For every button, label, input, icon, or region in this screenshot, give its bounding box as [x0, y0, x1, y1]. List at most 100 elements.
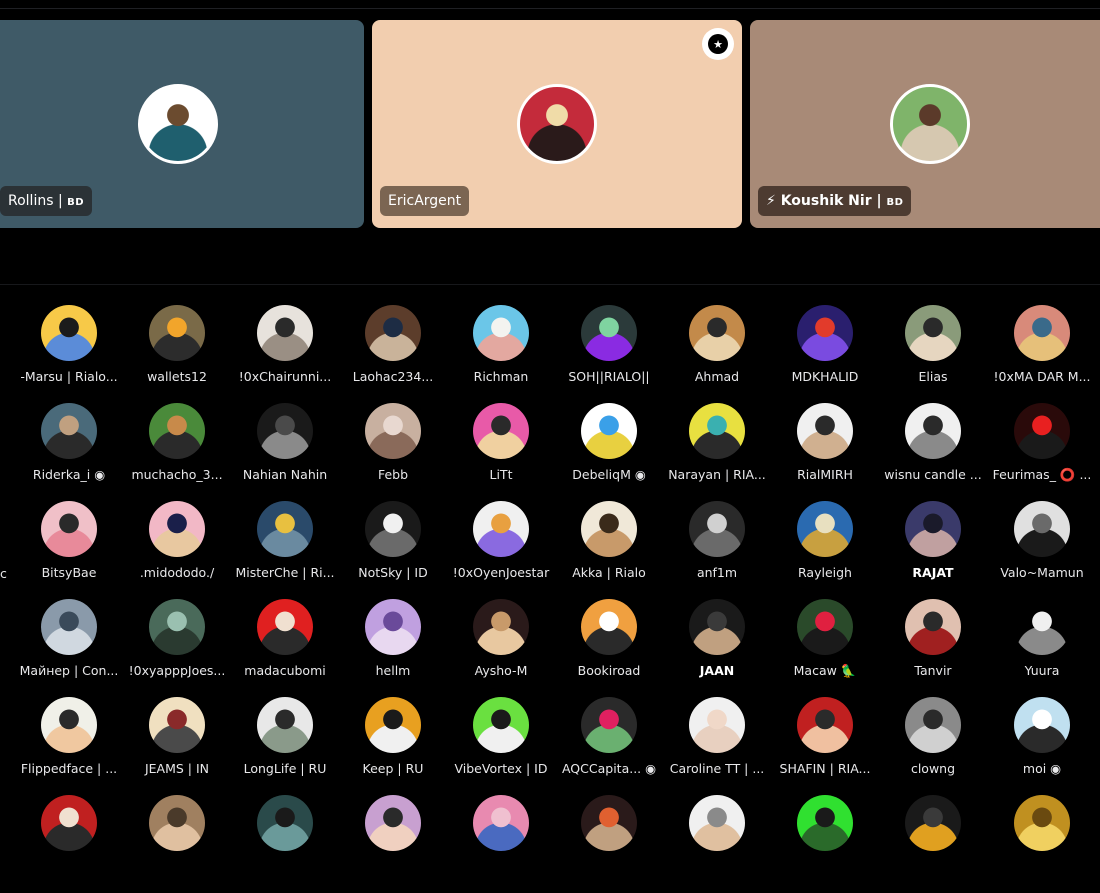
- member-avatar: [257, 501, 313, 557]
- member-name: Feurimas_ ⭕ ...: [992, 467, 1092, 482]
- member-item[interactable]: madacubomi: [231, 599, 339, 697]
- member-item[interactable]: -Marsu | Rialo...: [15, 305, 123, 403]
- member-item[interactable]: [663, 795, 771, 893]
- member-item[interactable]: Nahian Nahin: [231, 403, 339, 501]
- member-avatar: [257, 795, 313, 851]
- member-item[interactable]: Aysho-M: [447, 599, 555, 697]
- member-name: anf1m: [696, 565, 738, 580]
- member-item[interactable]: [771, 795, 879, 893]
- member-avatar: [41, 697, 97, 753]
- member-avatar: [581, 305, 637, 361]
- member-name: LongLife | RU: [243, 761, 327, 776]
- member-name: LiTt: [489, 467, 513, 482]
- member-avatar: [257, 697, 313, 753]
- member-item[interactable]: Майнер | Con...: [15, 599, 123, 697]
- member-item[interactable]: [231, 795, 339, 893]
- member-name: moi ◉: [1022, 761, 1062, 776]
- member-avatar: [365, 305, 421, 361]
- member-item[interactable]: Akka | Rialo: [555, 501, 663, 599]
- member-name: !0xChairunni...: [238, 369, 332, 384]
- member-item[interactable]: wallets12: [123, 305, 231, 403]
- member-avatar: [365, 403, 421, 459]
- member-name: Майнер | Con...: [19, 663, 119, 678]
- member-item[interactable]: anf1m: [663, 501, 771, 599]
- member-item[interactable]: LiTt: [447, 403, 555, 501]
- member-item[interactable]: DebeliqM ◉: [555, 403, 663, 501]
- member-item[interactable]: LongLife | RU: [231, 697, 339, 795]
- member-item[interactable]: Febb: [339, 403, 447, 501]
- member-item[interactable]: Narayan | RIA...: [663, 403, 771, 501]
- member-item[interactable]: !0xMA DAR M...: [988, 305, 1096, 403]
- member-item[interactable]: Keep | RU: [339, 697, 447, 795]
- member-item[interactable]: !0xOyenJoestar: [447, 501, 555, 599]
- member-item[interactable]: SOH||RIALO||: [555, 305, 663, 403]
- member-item[interactable]: Ahmad: [663, 305, 771, 403]
- member-item[interactable]: Valo~Mamun: [988, 501, 1096, 599]
- member-item[interactable]: wisnu candle ...: [879, 403, 987, 501]
- member-item[interactable]: Flippedface | ...: [15, 697, 123, 795]
- member-name: JAAN: [699, 663, 735, 678]
- member-item[interactable]: .midododo./: [123, 501, 231, 599]
- member-name: wallets12: [147, 369, 207, 384]
- member-item[interactable]: Macaw 🦜: [771, 599, 879, 697]
- member-item[interactable]: RialMIRH: [771, 403, 879, 501]
- member-item[interactable]: RAJAT: [879, 501, 987, 599]
- member-avatar: [41, 403, 97, 459]
- member-item[interactable]: Elias: [879, 305, 987, 403]
- member-item[interactable]: Richman: [447, 305, 555, 403]
- member-avatar: [365, 599, 421, 655]
- member-item[interactable]: [447, 795, 555, 893]
- member-avatar: [1014, 697, 1070, 753]
- member-item[interactable]: !0xChairunni...: [231, 305, 339, 403]
- member-name: Elias: [918, 369, 948, 384]
- member-item[interactable]: Yuura: [988, 599, 1096, 697]
- member-name: !0xMA DAR M...: [993, 369, 1091, 384]
- member-item[interactable]: [879, 795, 987, 893]
- member-item[interactable]: [123, 795, 231, 893]
- member-item[interactable]: [339, 795, 447, 893]
- member-item[interactable]: Feurimas_ ⭕ ...: [988, 403, 1096, 501]
- member-item[interactable]: [555, 795, 663, 893]
- member-item[interactable]: JEAMS | IN: [123, 697, 231, 795]
- member-name: !0xOyenJoestar: [452, 565, 550, 580]
- member-name: SHAFIN | RIA...: [779, 761, 871, 776]
- member-item[interactable]: SHAFIN | RIA...: [771, 697, 879, 795]
- member-item[interactable]: BitsyBae: [15, 501, 123, 599]
- member-avatar: [905, 305, 961, 361]
- member-avatar: [581, 599, 637, 655]
- member-avatar: [41, 501, 97, 557]
- member-item[interactable]: muchacho_3...: [123, 403, 231, 501]
- member-avatar: [581, 501, 637, 557]
- member-name: madacubomi: [244, 663, 326, 678]
- member-name: NotSky | ID: [358, 565, 428, 580]
- member-avatar: [365, 501, 421, 557]
- member-name: Akka | Rialo: [572, 565, 646, 580]
- member-item[interactable]: clowng: [879, 697, 987, 795]
- member-item[interactable]: VibeVortex | ID: [447, 697, 555, 795]
- member-item[interactable]: Tanvir: [879, 599, 987, 697]
- member-item[interactable]: Riderka_i ◉: [15, 403, 123, 501]
- member-item[interactable]: AQCCapita... ◉: [555, 697, 663, 795]
- member-item[interactable]: NotSky | ID: [339, 501, 447, 599]
- member-item[interactable]: JAAN: [663, 599, 771, 697]
- member-item[interactable]: Caroline TT | ...: [663, 697, 771, 795]
- member-avatar: [149, 501, 205, 557]
- member-item[interactable]: hellm: [339, 599, 447, 697]
- member-item[interactable]: !0xyapppJoes...: [123, 599, 231, 697]
- member-item[interactable]: Bookiroad: [555, 599, 663, 697]
- member-avatar: [41, 599, 97, 655]
- member-item[interactable]: [988, 795, 1096, 893]
- member-item[interactable]: moi ◉: [988, 697, 1096, 795]
- member-name: clowng: [910, 761, 956, 776]
- member-item[interactable]: Rayleigh: [771, 501, 879, 599]
- member-name: Rayleigh: [798, 565, 852, 580]
- member-avatar: [473, 697, 529, 753]
- member-item[interactable]: MDKHALID: [771, 305, 879, 403]
- member-item[interactable]: Laohac234...: [339, 305, 447, 403]
- member-avatar: [149, 795, 205, 851]
- member-avatar: [473, 501, 529, 557]
- member-item[interactable]: MisterChe | Ri...: [231, 501, 339, 599]
- member-avatar: [905, 599, 961, 655]
- member-item[interactable]: [15, 795, 123, 893]
- member-avatar: [797, 403, 853, 459]
